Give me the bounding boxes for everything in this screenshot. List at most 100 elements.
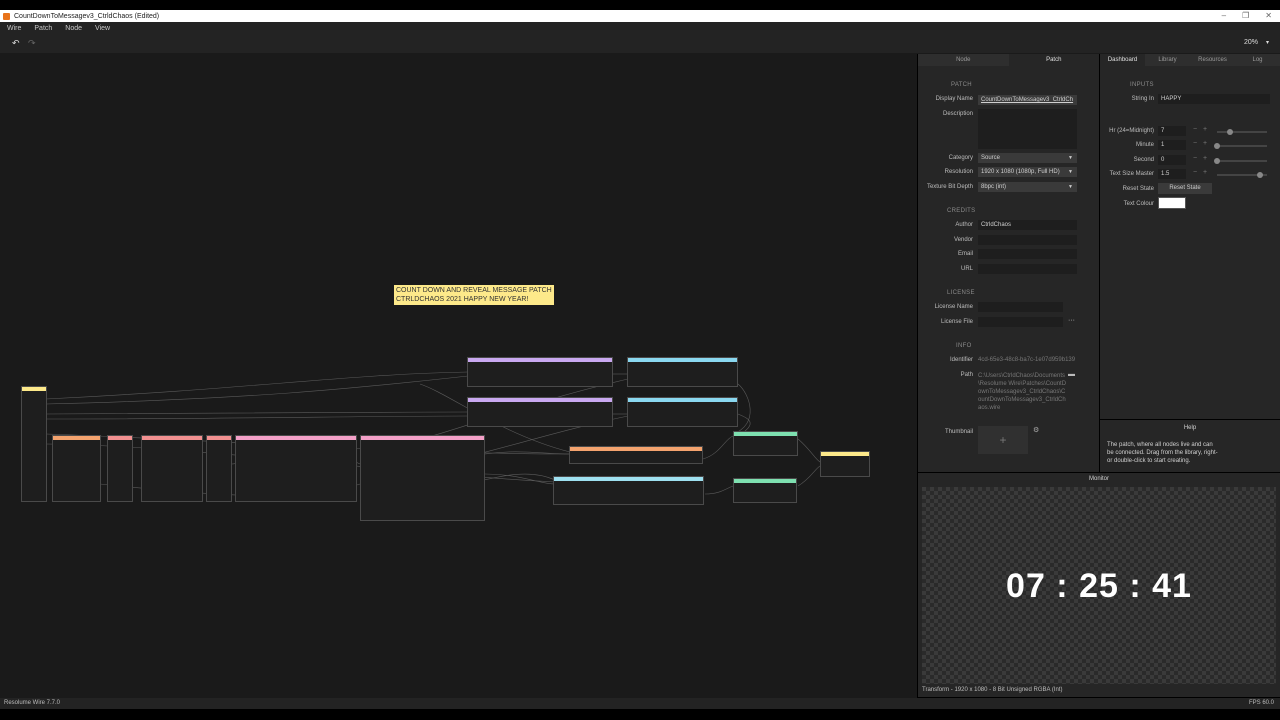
texture-depth-select[interactable]: 8bpc (int) ▼ (978, 182, 1077, 192)
text-colour-swatch[interactable] (1158, 197, 1186, 209)
reset-state-label: Reset State (1122, 186, 1154, 192)
tab-resources[interactable]: Resources (1190, 54, 1235, 66)
node-block[interactable] (627, 357, 738, 387)
window-title: CountDownToMessagev3_CtrldChaos (Edited) (14, 12, 160, 20)
author-label: Author (955, 222, 973, 228)
hr-decrement-button[interactable]: − (1193, 126, 1197, 133)
note-line-1: COUNT DOWN AND REVEAL MESSAGE PATCH (396, 287, 552, 294)
tab-patch[interactable]: Patch (1008, 54, 1099, 66)
chevron-down-icon: ▼ (1068, 155, 1073, 161)
menu-wire[interactable]: Wire (7, 25, 21, 32)
fps-label: FPS 60.0 (1248, 700, 1274, 706)
thumbnail-label: Thumbnail (944, 429, 973, 435)
minute-field[interactable]: 1 (1158, 140, 1186, 150)
path-label: Path (960, 372, 973, 378)
tab-node[interactable]: Node (918, 54, 1009, 66)
app-icon (3, 12, 10, 20)
node-block[interactable] (627, 397, 738, 427)
gear-icon[interactable]: ⚙ (1033, 426, 1039, 434)
toolbar: ↶ ↷ 20% ▾ (0, 34, 1280, 54)
patch-canvas[interactable]: COUNT DOWN AND REVEAL MESSAGE PATCH CTRL… (0, 54, 917, 698)
second-slider-knob[interactable] (1214, 158, 1220, 164)
minute-label: Minute (1135, 142, 1154, 148)
category-select[interactable]: Source ▼ (978, 153, 1077, 163)
url-field[interactable] (978, 264, 1077, 274)
patch-inputs-node[interactable] (21, 386, 47, 502)
license-name-field[interactable] (978, 302, 1063, 312)
category-value: Source (981, 155, 1001, 161)
hr-slider[interactable] (1217, 131, 1267, 133)
node-block[interactable] (733, 478, 797, 503)
minimize-icon[interactable]: – (1222, 10, 1226, 22)
second-increment-button[interactable]: + (1203, 155, 1207, 162)
vendor-field[interactable] (978, 235, 1077, 245)
node-block[interactable] (467, 357, 613, 387)
info-section-title: INFO (956, 343, 972, 349)
hr-slider-knob[interactable] (1226, 129, 1233, 135)
minute-increment-button[interactable]: + (1203, 140, 1207, 147)
second-field[interactable]: 0 (1158, 155, 1186, 165)
node-block[interactable] (235, 435, 357, 502)
minute-decrement-button[interactable]: − (1193, 140, 1197, 147)
node-block[interactable] (553, 476, 704, 505)
node-block[interactable] (360, 435, 485, 521)
folder-icon[interactable]: ▬ (1068, 371, 1075, 378)
redo-icon[interactable]: ↷ (28, 38, 36, 49)
node-block[interactable] (569, 446, 703, 464)
author-field[interactable]: CtrldChaos (978, 220, 1077, 230)
text-colour-label: Text Colour (1123, 201, 1154, 207)
license-section-title: LICENSE (947, 290, 975, 296)
browse-icon[interactable]: ··· (1068, 317, 1075, 324)
node-block[interactable] (52, 435, 101, 502)
minute-slider-knob[interactable] (1214, 143, 1220, 149)
zoom-level[interactable]: 20% (1244, 39, 1258, 46)
node-block[interactable] (733, 431, 798, 456)
node-block[interactable] (467, 397, 613, 427)
minute-slider[interactable] (1217, 145, 1267, 147)
node-block[interactable] (107, 435, 133, 502)
maximize-icon[interactable]: ❐ (1242, 10, 1249, 22)
text-size-decrement-button[interactable]: − (1193, 169, 1197, 176)
texture-depth-value: 8bpc (int) (981, 184, 1007, 190)
monitor-status: Transform - 1920 x 1080 - 8 Bit Unsigned… (922, 687, 1063, 693)
status-bar: Resolume Wire 7.7.0 FPS 60.0 (0, 698, 1280, 709)
display-name-field[interactable]: CountDownToMessagev3_CtrldCh (978, 95, 1077, 105)
license-file-field[interactable] (978, 317, 1063, 327)
menu-patch[interactable]: Patch (34, 25, 52, 32)
chevron-down-icon[interactable]: ▾ (1266, 39, 1269, 46)
patch-output-node[interactable] (820, 451, 870, 477)
description-field[interactable] (978, 109, 1077, 149)
close-icon[interactable]: ✕ (1265, 10, 1272, 22)
text-size-field[interactable]: 1.5 (1158, 169, 1186, 179)
tab-library[interactable]: Library (1145, 54, 1190, 66)
comment-note[interactable]: COUNT DOWN AND REVEAL MESSAGE PATCH CTRL… (394, 285, 554, 305)
second-slider[interactable] (1217, 160, 1267, 162)
thumbnail-add-icon[interactable]: + (978, 426, 1028, 454)
version-label: Resolume Wire 7.7.0 (4, 700, 61, 706)
string-in-field[interactable]: HAPPY (1158, 94, 1270, 104)
email-field[interactable] (978, 249, 1077, 259)
menu-view[interactable]: View (95, 25, 110, 32)
monitor-title: Monitor (1088, 476, 1109, 482)
menu-node[interactable]: Node (65, 25, 82, 32)
second-label: Second (1133, 157, 1154, 163)
resolution-label: Resolution (944, 169, 973, 175)
tab-dashboard[interactable]: Dashboard (1100, 54, 1145, 66)
dashboard-panel: Dashboard Library Resources Log INPUTS S… (1100, 54, 1280, 419)
hr-field[interactable]: 7 (1158, 126, 1186, 136)
undo-icon[interactable]: ↶ (12, 38, 20, 49)
node-block[interactable] (206, 435, 232, 502)
resolution-select[interactable]: 1920 x 1080 (1080p, Full HD) ▼ (978, 167, 1077, 177)
hr-increment-button[interactable]: + (1203, 126, 1207, 133)
tab-log[interactable]: Log (1235, 54, 1280, 66)
text-size-label: Text Size Master (1109, 171, 1154, 177)
path-value: C:\Users\CtrldChaos\Documents\Resolume W… (978, 373, 1067, 411)
note-line-2: CTRLDCHAOS 2021 HAPPY NEW YEAR! (396, 296, 529, 303)
text-size-increment-button[interactable]: + (1203, 169, 1207, 176)
monitor-preview[interactable]: 07 : 25 : 41 (922, 487, 1276, 684)
text-size-slider-knob[interactable] (1256, 172, 1263, 178)
description-label: Description (942, 111, 973, 117)
node-block[interactable] (141, 435, 203, 502)
reset-state-button[interactable]: Reset State (1158, 183, 1212, 194)
second-decrement-button[interactable]: − (1193, 155, 1197, 162)
